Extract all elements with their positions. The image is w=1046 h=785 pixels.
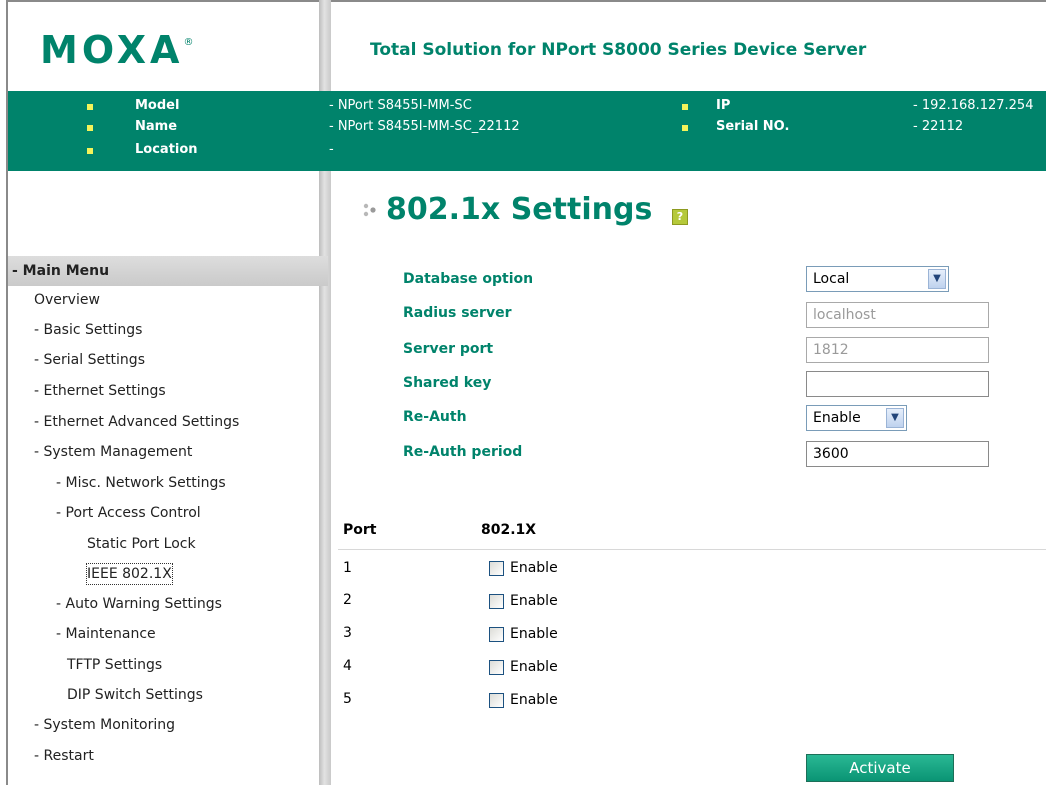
name-label: Name: [135, 119, 178, 134]
menu-item-port-access-control[interactable]: - Port Access Control: [56, 503, 201, 523]
enable-label[interactable]: Enable: [510, 626, 558, 642]
frame-top-border: [0, 0, 1046, 8]
menu-item-restart[interactable]: - Restart: [34, 746, 94, 766]
menu-item-auto-warning-settings[interactable]: - Auto Warning Settings: [56, 594, 222, 614]
menu-item-static-port-lock[interactable]: Static Port Lock: [87, 534, 196, 554]
radius-server-input[interactable]: localhost: [806, 302, 989, 328]
page-title: 802.1x Settings: [386, 192, 652, 227]
port-number: 4: [343, 658, 352, 674]
bullet-icon: [87, 148, 93, 154]
dots-icon: [363, 203, 376, 217]
menu-item-ethernet-settings[interactable]: - Ethernet Settings: [34, 381, 166, 401]
database-option-label: Database option: [403, 271, 534, 287]
shared-key-input[interactable]: [806, 371, 989, 397]
name-value: - NPort S8455I-MM-SC_22112: [329, 119, 520, 134]
help-icon[interactable]: ?: [672, 209, 688, 225]
table-header-divider: [338, 549, 1046, 550]
menu-item-ethernet-advanced-settings[interactable]: - Ethernet Advanced Settings: [34, 412, 239, 432]
serial-value: - 22112: [913, 119, 964, 134]
enable-label[interactable]: Enable: [510, 560, 558, 576]
menu-item-tftp-settings[interactable]: TFTP Settings: [67, 655, 162, 675]
location-label: Location: [135, 142, 198, 157]
product-title: Total Solution for NPort S8000 Series De…: [370, 40, 867, 60]
menu-item-system-monitoring[interactable]: - System Monitoring: [34, 715, 175, 735]
port-number: 3: [343, 625, 352, 641]
main-menu-header[interactable]: - Main Menu: [8, 256, 328, 286]
ip-value: - 192.168.127.254: [913, 98, 1034, 113]
menu-item-serial-settings[interactable]: - Serial Settings: [34, 350, 145, 370]
bullet-icon: [87, 104, 93, 110]
server-port-label: Server port: [403, 341, 494, 357]
bullet-icon: [87, 125, 93, 131]
menu-item-maintenance[interactable]: - Maintenance: [56, 624, 156, 644]
enable-label[interactable]: Enable: [510, 593, 558, 609]
chevron-down-icon[interactable]: ▼: [928, 269, 946, 289]
chevron-down-icon[interactable]: ▼: [886, 408, 904, 428]
menu-item-dip-switch-settings[interactable]: DIP Switch Settings: [67, 685, 203, 705]
port-column-header: Port: [343, 522, 377, 538]
model-value: - NPort S8455I-MM-SC: [329, 98, 472, 113]
menu-item-misc-network-settings[interactable]: - Misc. Network Settings: [56, 473, 226, 493]
port-3-enable-checkbox[interactable]: [489, 627, 504, 642]
menu-item-ieee-8021x[interactable]: IEEE 802.1X: [86, 563, 173, 585]
8021x-column-header: 802.1X: [481, 522, 537, 538]
port-number: 1: [343, 560, 352, 576]
enable-label[interactable]: Enable: [510, 659, 558, 675]
bullet-icon: [682, 125, 688, 131]
menu-item-basic-settings[interactable]: - Basic Settings: [34, 320, 142, 340]
server-port-input[interactable]: 1812: [806, 337, 989, 363]
logo-text: MOXA: [40, 28, 184, 72]
port-2-enable-checkbox[interactable]: [489, 594, 504, 609]
radius-server-label: Radius server: [403, 305, 512, 321]
serial-label: Serial NO.: [716, 119, 790, 134]
port-number: 2: [343, 592, 352, 608]
port-number: 5: [343, 691, 352, 707]
port-4-enable-checkbox[interactable]: [489, 660, 504, 675]
enable-label[interactable]: Enable: [510, 692, 558, 708]
shared-key-label: Shared key: [403, 375, 492, 391]
model-label: Model: [135, 98, 180, 113]
database-option-value: Local: [813, 271, 850, 287]
reauth-select[interactable]: Enable ▼: [806, 405, 907, 431]
logo-registered-mark: ®: [183, 37, 194, 49]
database-option-select[interactable]: Local ▼: [806, 266, 949, 292]
ip-label: IP: [716, 98, 731, 113]
location-value: -: [329, 142, 334, 157]
menu-item-overview[interactable]: Overview: [34, 290, 100, 310]
page-title-text: 802.1x Settings: [386, 192, 653, 227]
bullet-icon: [682, 104, 688, 110]
moxa-logo: MOXA®: [40, 28, 193, 72]
reauth-period-label: Re-Auth period: [403, 444, 523, 460]
port-5-enable-checkbox[interactable]: [489, 693, 504, 708]
reauth-label: Re-Auth: [403, 409, 467, 425]
device-info-band: Model - NPort S8455I-MM-SC Name - NPort …: [8, 91, 1046, 171]
frame-left-border: [0, 0, 8, 785]
reauth-value: Enable: [813, 410, 861, 426]
reauth-period-input[interactable]: 3600: [806, 441, 989, 467]
menu-item-system-management[interactable]: - System Management: [34, 442, 192, 462]
port-1-enable-checkbox[interactable]: [489, 561, 504, 576]
activate-button[interactable]: Activate: [806, 754, 954, 782]
